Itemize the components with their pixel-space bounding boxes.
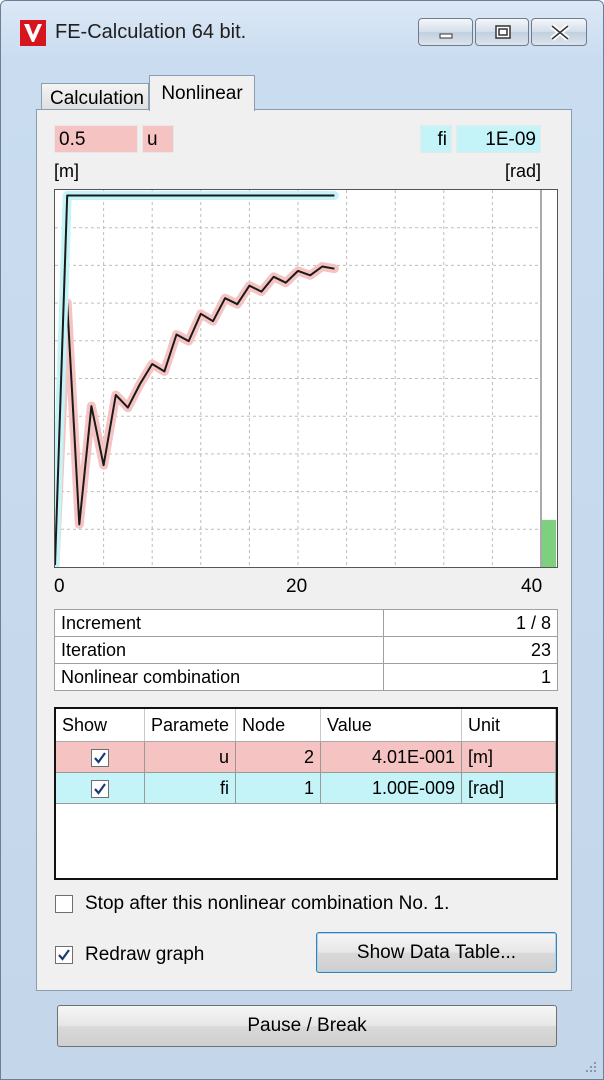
stop-option[interactable]: Stop after this nonlinear combination No… (55, 893, 449, 915)
node-cell[interactable]: 2 (235, 741, 322, 773)
right-axis-param-field[interactable]: fi (420, 125, 452, 153)
series-fi-line (54, 194, 335, 566)
show-data-table-button[interactable]: Show Data Table... (316, 932, 557, 973)
table-row[interactable]: fi 1 1.00E-009 [rad] (56, 772, 556, 804)
redraw-checkbox[interactable] (55, 945, 73, 964)
table-row: Increment 1 / 8 (54, 609, 558, 637)
info-label: Nonlinear combination (54, 663, 384, 691)
status-table: Increment 1 / 8 Iteration 23 Nonlinear c… (54, 609, 558, 691)
show-checkbox[interactable] (91, 779, 109, 798)
check-icon (94, 783, 106, 795)
column-header-parameter[interactable]: Paramete (144, 709, 237, 742)
tab-nonlinear[interactable]: Nonlinear (149, 75, 255, 111)
check-icon (94, 752, 106, 764)
grid-header-row: Show Paramete Node Value Unit (56, 709, 556, 742)
redraw-option[interactable]: Redraw graph (55, 944, 204, 966)
stop-checkbox[interactable] (55, 894, 73, 913)
left-axis-param-field[interactable]: u (142, 125, 174, 153)
column-header-value[interactable]: Value (320, 709, 463, 742)
app-logo-icon (20, 20, 46, 46)
table-row[interactable]: u 2 4.01E-001 [m] (56, 741, 556, 773)
title-bar[interactable]: FE-Calculation 64 bit. (1, 1, 604, 63)
column-header-node[interactable]: Node (235, 709, 322, 742)
resize-grip-icon[interactable] (583, 1059, 597, 1073)
minimize-button[interactable] (418, 18, 473, 46)
column-header-show[interactable]: Show (56, 709, 145, 742)
pause-break-button[interactable]: Pause / Break (57, 1005, 557, 1047)
right-axis-max-field[interactable]: 1E-09 (456, 125, 541, 153)
convergence-graph (50, 189, 558, 570)
show-checkbox[interactable] (91, 748, 109, 767)
window-title: FE-Calculation 64 bit. (55, 21, 247, 43)
table-row: Iteration 23 (54, 636, 558, 664)
unit-cell: [rad] (461, 772, 556, 804)
close-button[interactable] (531, 18, 587, 46)
progress-bar-fill (542, 519, 556, 567)
param-cell[interactable]: fi (144, 772, 237, 804)
info-label: Increment (54, 609, 384, 637)
x-tick-label: 0 (54, 576, 65, 597)
series-fi-highlight (50, 191, 339, 570)
value-cell: 4.01E-001 (320, 741, 463, 773)
close-icon (550, 24, 570, 41)
tab-calculation[interactable]: Calculation (41, 83, 149, 111)
table-row: Nonlinear combination 1 (54, 663, 558, 691)
info-label: Iteration (54, 636, 384, 664)
param-cell[interactable]: u (144, 741, 237, 773)
left-axis-max-field[interactable]: 0.5 (54, 125, 138, 153)
minimize-icon (439, 33, 453, 39)
stop-label: Stop after this nonlinear combination No… (85, 893, 450, 914)
parameter-grid[interactable]: Show Paramete Node Value Unit u 2 4.01E-… (54, 707, 558, 880)
maximize-icon (495, 25, 511, 39)
app-window: FE-Calculation 64 bit. Calculation Nonli… (0, 0, 604, 1080)
chart-svg (50, 190, 556, 570)
left-axis-unit: [m] (54, 161, 79, 181)
check-icon (58, 949, 70, 961)
info-value: 1 (383, 663, 558, 691)
x-tick-label: 40 (521, 576, 543, 597)
unit-cell: [m] (461, 741, 556, 773)
column-header-unit[interactable]: Unit (461, 709, 556, 742)
right-axis-unit: [rad] (505, 161, 542, 181)
node-cell[interactable]: 1 (235, 772, 322, 804)
maximize-button[interactable] (475, 18, 529, 46)
info-value: 23 (383, 636, 558, 664)
info-value: 1 / 8 (383, 609, 558, 637)
x-tick-label: 20 (286, 576, 308, 597)
value-cell: 1.00E-009 (320, 772, 463, 804)
redraw-label: Redraw graph (85, 944, 205, 965)
